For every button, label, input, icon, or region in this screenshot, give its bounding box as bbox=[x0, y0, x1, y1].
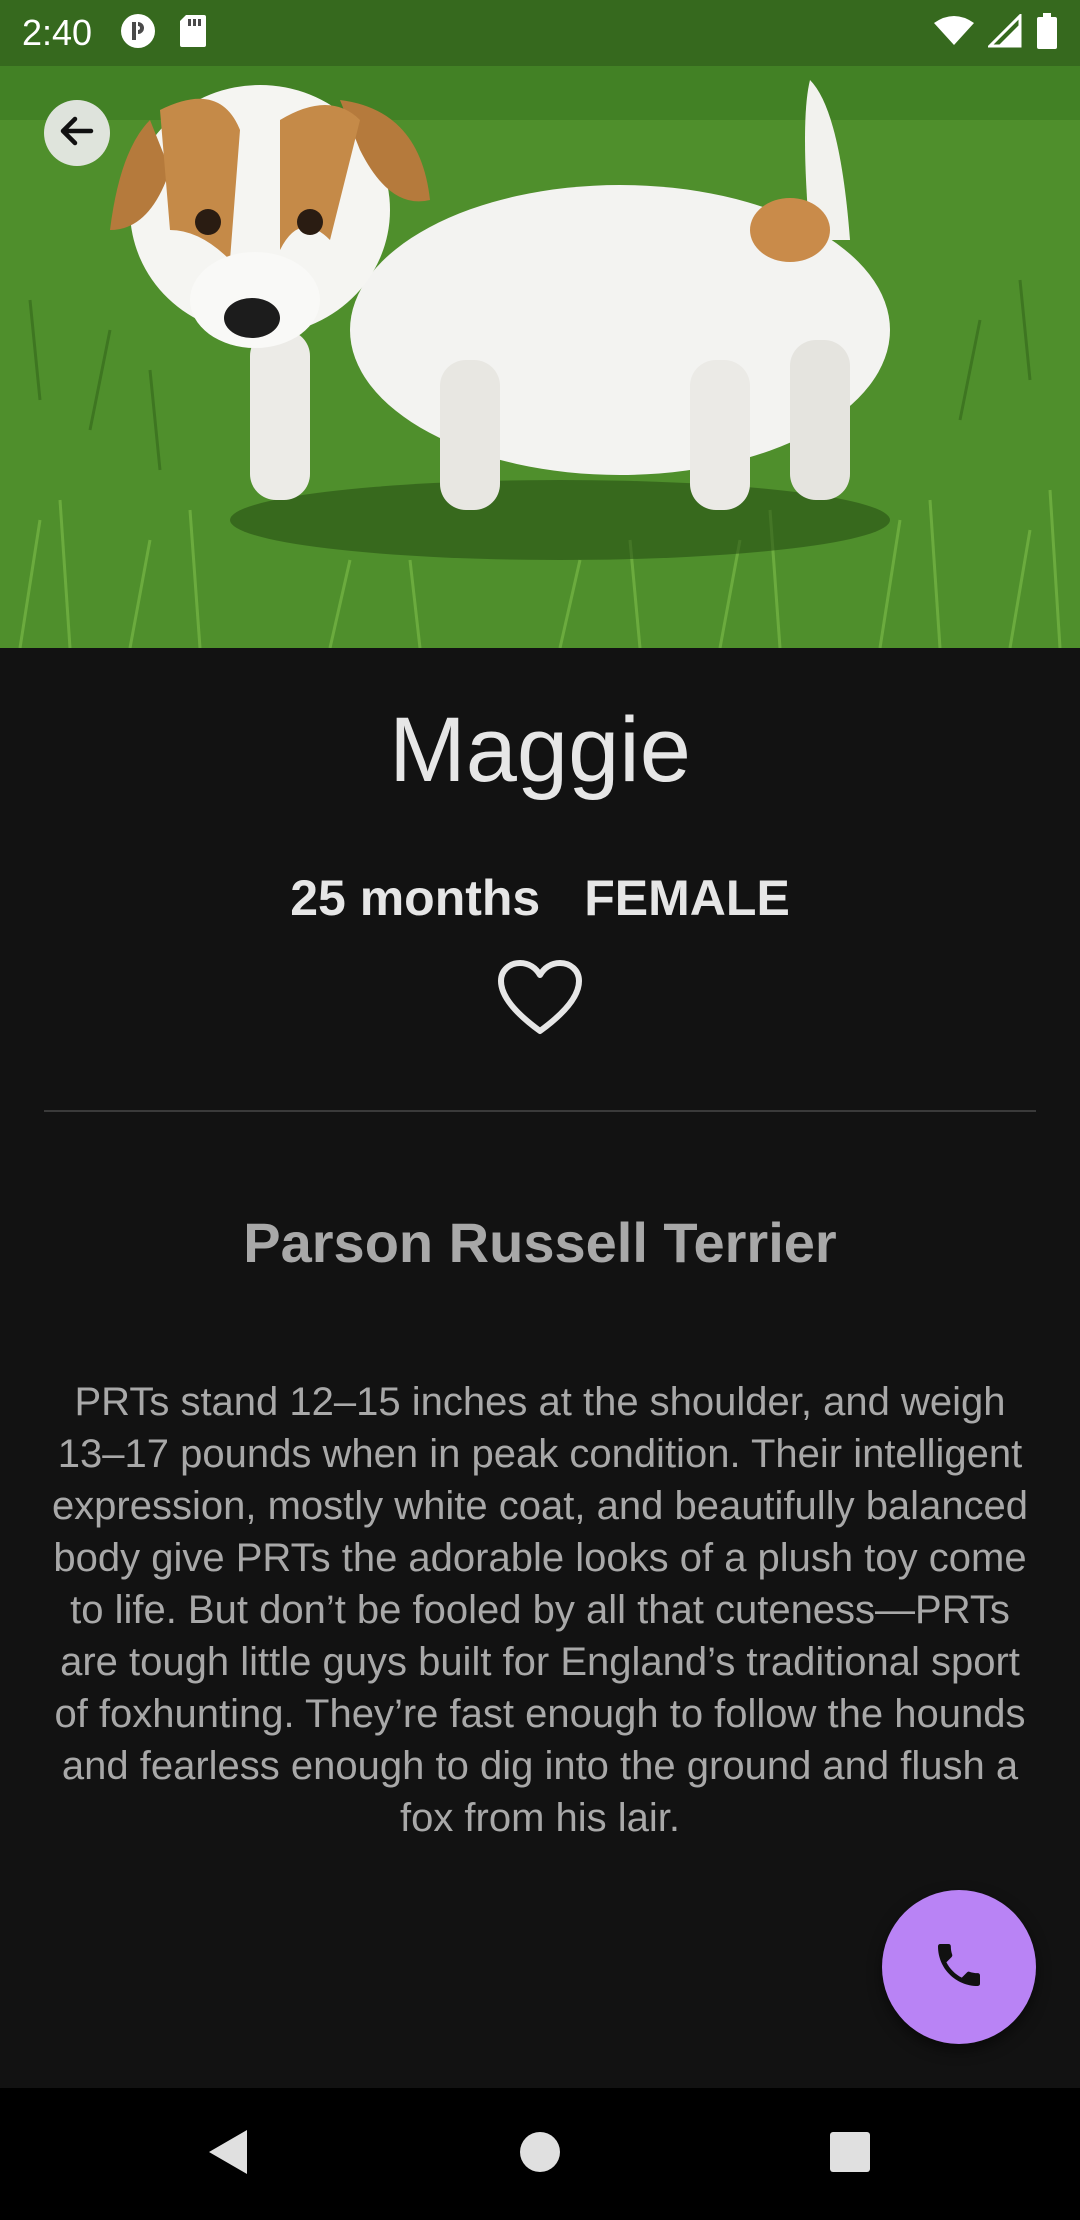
pet-name: Maggie bbox=[389, 699, 691, 801]
status-time: 2:40 bbox=[22, 12, 93, 53]
nav-home-button[interactable] bbox=[485, 2099, 595, 2209]
call-button[interactable] bbox=[882, 1890, 1036, 2044]
pet-breed: Parson Russell Terrier bbox=[243, 1211, 837, 1274]
sd-card-icon bbox=[178, 13, 208, 54]
cell-signal-icon bbox=[986, 11, 1022, 53]
favorite-button[interactable] bbox=[497, 959, 583, 1042]
divider bbox=[44, 1110, 1036, 1112]
nav-recents-button[interactable] bbox=[795, 2099, 905, 2209]
back-button[interactable] bbox=[44, 100, 110, 166]
pet-meta-row: 25 months FEMALE bbox=[0, 868, 1080, 928]
app-notification-icon bbox=[120, 13, 156, 54]
nav-home-icon bbox=[518, 2130, 562, 2179]
pet-age: 25 months bbox=[290, 870, 541, 926]
nav-back-icon bbox=[205, 2128, 249, 2181]
heart-outline-icon bbox=[497, 959, 583, 1042]
pet-description: PRTs stand 12–15 inches at the shoulder,… bbox=[51, 1380, 1029, 1840]
status-bar: 2:40 bbox=[0, 0, 1080, 66]
pet-photo bbox=[0, 0, 1080, 648]
wifi-icon bbox=[934, 15, 974, 52]
pet-detail-screen: 2:40 Maggie 25 months FEMALE Parson Russ… bbox=[0, 0, 1080, 2220]
back-arrow-icon bbox=[55, 109, 99, 158]
system-nav-bar bbox=[0, 2088, 1080, 2220]
battery-icon bbox=[1036, 12, 1058, 54]
puppy-photo-illustration bbox=[0, 0, 1080, 648]
phone-icon bbox=[931, 1937, 987, 1998]
nav-recents-icon bbox=[829, 2131, 871, 2178]
pet-gender: FEMALE bbox=[584, 870, 790, 926]
nav-back-button[interactable] bbox=[172, 2099, 282, 2209]
